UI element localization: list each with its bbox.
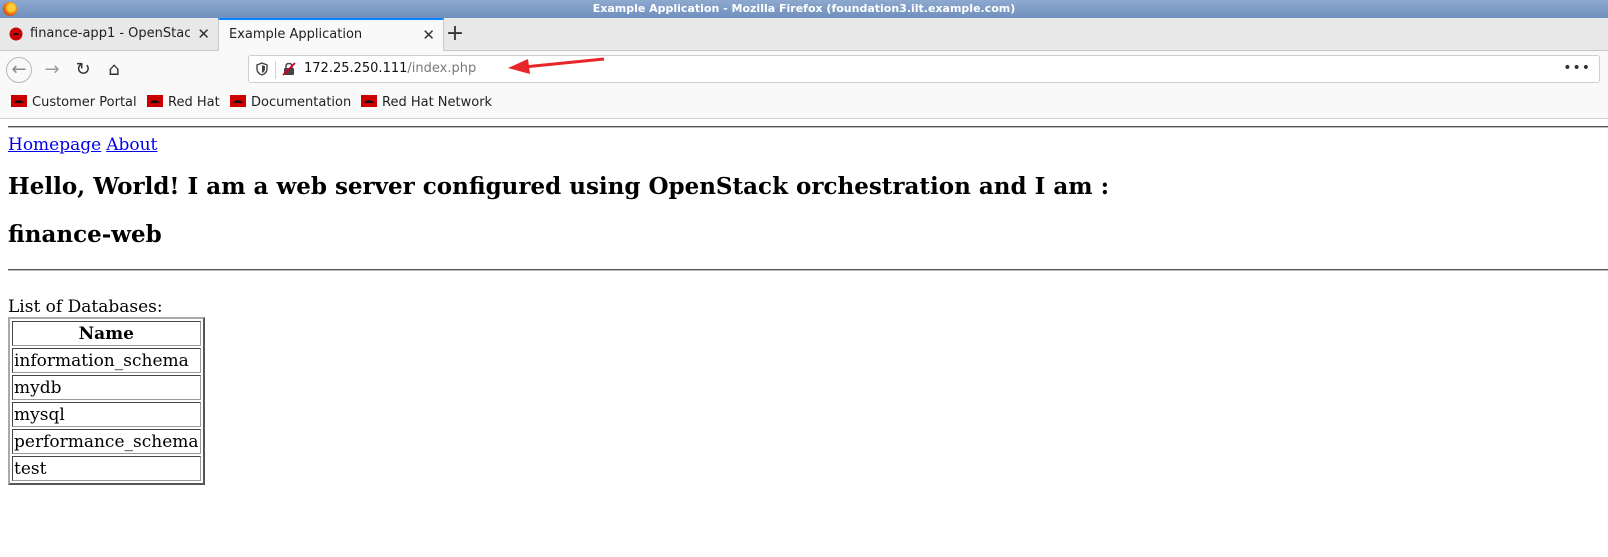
navigation-toolbar: ← → ↻ ⌂ 172.25.250.111/index.php •••	[0, 51, 1608, 88]
table-cell: test	[12, 456, 201, 481]
table-row: information_schema	[12, 348, 201, 373]
tab-finance-app1[interactable]: finance-app1 - OpenStack ✕	[0, 18, 218, 50]
url-host: 172.25.250.111	[304, 61, 408, 76]
url-text[interactable]: 172.25.250.111/index.php	[304, 56, 476, 82]
bookmark-documentation[interactable]: Documentation	[230, 88, 351, 118]
table-header-row: Name	[12, 321, 201, 346]
forward-button[interactable]: →	[39, 57, 65, 83]
tracking-shield-icon[interactable]	[256, 62, 268, 76]
tab-label: finance-app1 - OpenStack	[30, 26, 190, 41]
redhat-favicon-icon	[9, 27, 23, 41]
bookmark-label: Red Hat	[168, 95, 220, 110]
bookmark-label: Red Hat Network	[382, 95, 493, 110]
bookmark-red-hat-network[interactable]: Red Hat Network	[361, 88, 492, 118]
insecure-lock-icon[interactable]	[282, 62, 296, 76]
home-button[interactable]: ⌂	[101, 57, 127, 83]
bookmark-label: Customer Portal	[32, 95, 137, 110]
redhat-bookmark-icon	[147, 95, 163, 107]
middle-divider	[8, 269, 1608, 271]
homepage-link[interactable]: Homepage	[8, 135, 101, 155]
table-cell: mydb	[12, 375, 201, 400]
url-path: /index.php	[407, 61, 477, 76]
tab-close-icon[interactable]: ✕	[422, 20, 435, 50]
table-cell: performance_schema	[12, 429, 201, 454]
table-row: test	[12, 456, 201, 481]
table-header-name: Name	[12, 321, 201, 346]
redhat-bookmark-icon	[361, 95, 377, 107]
tab-close-icon[interactable]: ✕	[197, 18, 210, 50]
database-table: Name information_schema mydb mysql perfo…	[8, 317, 205, 485]
top-divider	[8, 126, 1608, 128]
window-titlebar: Example Application - Mozilla Firefox (f…	[0, 0, 1608, 18]
redhat-bookmark-icon	[230, 95, 246, 107]
page-nav-links: Homepage About	[8, 135, 162, 155]
database-list-label: List of Databases:	[8, 297, 163, 317]
table-cell: information_schema	[12, 348, 201, 373]
redhat-bookmark-icon	[11, 95, 27, 107]
new-tab-button[interactable]: +	[445, 18, 465, 50]
window-title: Example Application - Mozilla Firefox (f…	[592, 2, 1016, 15]
hostname-heading: finance-web	[8, 221, 162, 248]
red-annotation-arrow	[508, 57, 605, 74]
about-link[interactable]: About	[106, 135, 157, 155]
page-actions-menu-icon[interactable]: •••	[1563, 56, 1591, 80]
table-row: performance_schema	[12, 429, 201, 454]
bookmark-label: Documentation	[251, 95, 352, 110]
table-row: mydb	[12, 375, 201, 400]
bookmark-red-hat[interactable]: Red Hat	[147, 88, 220, 118]
firefox-logo-icon	[3, 2, 17, 16]
tab-example-application[interactable]: Example Application ✕	[218, 18, 444, 51]
table-cell: mysql	[12, 402, 201, 427]
tab-label: Example Application	[229, 27, 363, 42]
table-row: mysql	[12, 402, 201, 427]
reload-button[interactable]: ↻	[70, 57, 96, 83]
tab-strip: finance-app1 - OpenStack ✕ Example Appli…	[0, 18, 1608, 51]
page-heading: Hello, World! I am a web server configur…	[8, 173, 1110, 200]
bookmarks-toolbar: Customer Portal Red Hat Documentation Re…	[0, 88, 1608, 119]
back-button[interactable]: ←	[6, 57, 32, 83]
url-bar[interactable]: 172.25.250.111/index.php •••	[248, 55, 1600, 83]
url-separator	[275, 61, 276, 79]
page-content: Homepage About Hello, World! I am a web s…	[0, 119, 1608, 557]
bookmark-customer-portal[interactable]: Customer Portal	[11, 88, 137, 118]
